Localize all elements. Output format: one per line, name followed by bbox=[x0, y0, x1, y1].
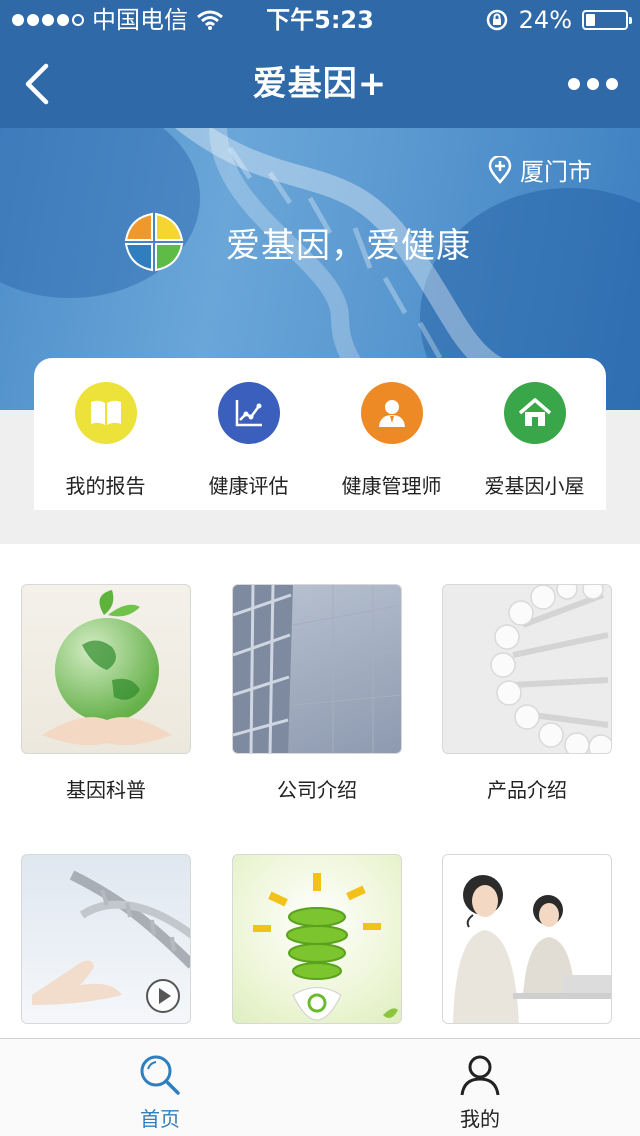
tile-video[interactable] bbox=[21, 854, 191, 1038]
tab-label: 首页 bbox=[140, 1107, 180, 1131]
tile-gene-science[interactable]: 基因科普 bbox=[21, 584, 191, 803]
banner-slogan: 爱基因，爱健康 bbox=[226, 225, 471, 266]
chart-icon bbox=[217, 382, 280, 444]
tile-company-intro[interactable]: 公司介绍 bbox=[232, 584, 402, 803]
battery-icon bbox=[582, 10, 632, 30]
dna-white-image bbox=[442, 584, 612, 754]
tile-customer-service[interactable] bbox=[442, 854, 612, 1038]
search-icon bbox=[140, 1055, 180, 1095]
location-selector[interactable]: 厦门市 bbox=[488, 152, 592, 187]
feature-label: 健康评估 bbox=[208, 474, 289, 498]
feature-label: 爱基因小屋 bbox=[484, 474, 585, 498]
location-pin-icon bbox=[488, 155, 512, 184]
tab-home[interactable]: 首页 bbox=[0, 1039, 320, 1136]
tile-caption: 产品介绍 bbox=[487, 778, 567, 802]
feature-health-manager[interactable]: 健康管理师 bbox=[320, 358, 463, 510]
tab-label: 我的 bbox=[460, 1107, 500, 1131]
book-icon bbox=[74, 382, 137, 444]
status-bar: 中国电信 下午5:23 24% bbox=[0, 0, 640, 40]
call-center-image bbox=[442, 854, 612, 1024]
content-grid: 基因科普 公司介绍 产品介绍 bbox=[0, 544, 640, 1038]
tab-mine[interactable]: 我的 bbox=[320, 1039, 640, 1136]
feature-health-assessment[interactable]: 健康评估 bbox=[177, 358, 320, 510]
brand-logo-icon bbox=[124, 212, 184, 272]
feature-label: 健康管理师 bbox=[341, 474, 442, 498]
top-bar: 中国电信 下午5:23 24% 爱基因+ bbox=[0, 0, 640, 128]
tab-bar: 首页 我的 bbox=[0, 1038, 640, 1136]
eco-bulb-image bbox=[232, 854, 402, 1024]
page-title: 爱基因+ bbox=[252, 64, 388, 104]
nav-bar: 爱基因+ bbox=[0, 40, 640, 128]
user-icon bbox=[460, 1055, 500, 1096]
feature-label: 我的报告 bbox=[65, 474, 146, 498]
tile-product-intro[interactable]: 产品介绍 bbox=[442, 584, 612, 803]
tile-caption: 公司介绍 bbox=[277, 778, 357, 802]
rotation-lock-icon bbox=[486, 9, 507, 31]
location-label: 厦门市 bbox=[520, 158, 592, 186]
dna-hand-image bbox=[21, 854, 191, 1024]
brand-block: 爱基因，爱健康 bbox=[122, 212, 471, 272]
home-icon bbox=[503, 382, 566, 444]
person-icon bbox=[360, 382, 423, 444]
more-options-icon[interactable] bbox=[568, 70, 620, 98]
tile-caption: 基因科普 bbox=[66, 778, 146, 802]
building-image bbox=[232, 584, 402, 754]
tile-green-energy[interactable] bbox=[232, 854, 402, 1038]
play-icon[interactable] bbox=[144, 977, 182, 1015]
feature-gene-cabin[interactable]: 爱基因小屋 bbox=[463, 358, 606, 510]
feature-card: 我的报告 健康评估 健康管理师 爱基因小屋 bbox=[34, 358, 606, 510]
earth-hands-image bbox=[21, 584, 191, 754]
battery-percent: 24% bbox=[518, 6, 572, 34]
feature-my-report[interactable]: 我的报告 bbox=[34, 358, 177, 510]
